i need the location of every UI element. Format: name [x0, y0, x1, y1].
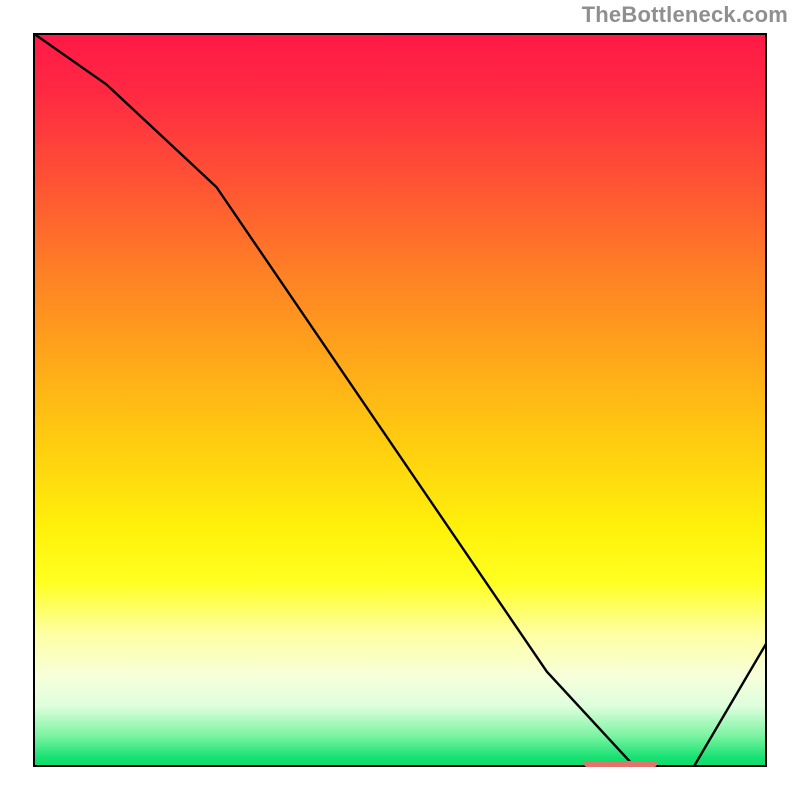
chart-axes-box	[33, 33, 767, 767]
watermark-text: TheBottleneck.com	[582, 2, 788, 28]
minimum-marker	[584, 761, 657, 767]
